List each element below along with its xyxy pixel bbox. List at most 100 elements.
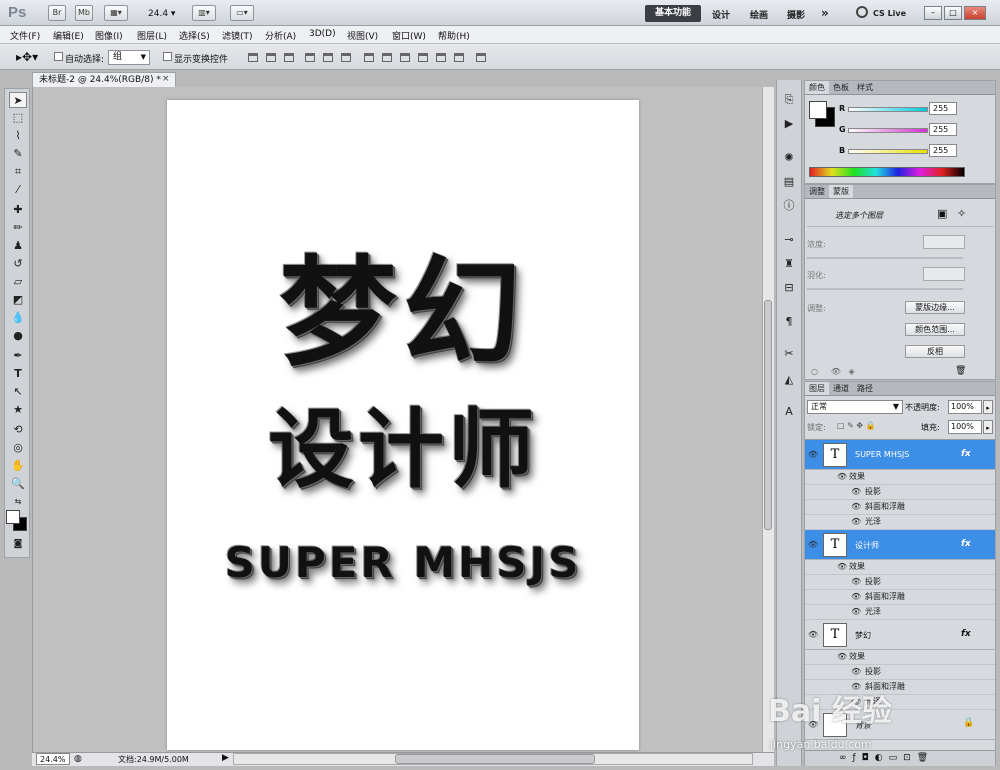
- distribute-right-icon[interactable]: [454, 53, 464, 62]
- effect-satin[interactable]: 👁 光泽: [805, 605, 995, 620]
- workspace-photography[interactable]: 摄影: [787, 8, 805, 21]
- new-group-icon[interactable]: ▭: [889, 753, 904, 763]
- healing-brush-tool-icon[interactable]: ✚: [9, 202, 27, 218]
- arrange-documents-button[interactable]: ▥▾: [192, 5, 216, 21]
- feather-field[interactable]: [923, 267, 965, 281]
- fx-badge[interactable]: fx: [961, 629, 971, 639]
- horizontal-scroll-thumb[interactable]: [395, 754, 595, 764]
- move-tool-icon[interactable]: ➤: [9, 92, 27, 108]
- tab-layers[interactable]: 图层: [805, 382, 829, 395]
- tab-adjustments[interactable]: 调整: [805, 185, 829, 198]
- fx-badge[interactable]: fx: [961, 539, 971, 549]
- mask-visibility-icon[interactable]: 👁: [831, 367, 841, 376]
- g-field[interactable]: 255: [929, 123, 957, 136]
- move-tool-preset-icon[interactable]: ▸✥▾: [16, 50, 38, 64]
- add-mask-icon[interactable]: ◘: [862, 753, 875, 763]
- color-range-button[interactable]: 颜色范围...: [905, 323, 965, 336]
- 3d-rotate-tool-icon[interactable]: ⟲: [9, 422, 27, 438]
- align-hcenter-icon[interactable]: [323, 53, 333, 62]
- hand-tool-icon[interactable]: ✋: [9, 458, 27, 474]
- r-field[interactable]: 255: [929, 102, 957, 115]
- effect-drop-shadow[interactable]: 👁 投影: [805, 485, 995, 500]
- menu-edit[interactable]: 编辑(E): [53, 29, 84, 42]
- info-panel-icon[interactable]: ⓘ: [781, 198, 797, 214]
- eyedropper-tool-icon[interactable]: ⁄: [9, 182, 27, 198]
- color-fg-swatch[interactable]: [809, 101, 827, 119]
- menu-image[interactable]: 图像(I): [95, 29, 123, 42]
- workspace-painting[interactable]: 绘画: [750, 8, 768, 21]
- status-menu-icon[interactable]: ◍: [74, 754, 82, 764]
- shape-tool-icon[interactable]: ★: [9, 402, 27, 418]
- cslive-button[interactable]: CS Live: [873, 9, 906, 18]
- tab-color[interactable]: 颜色: [805, 81, 829, 94]
- align-top-icon[interactable]: [248, 53, 258, 62]
- document-tab-close-icon[interactable]: ×: [162, 74, 170, 84]
- align-bottom-icon[interactable]: [284, 53, 294, 62]
- tab-styles[interactable]: 样式: [853, 81, 877, 94]
- eraser-tool-icon[interactable]: ▱: [9, 274, 27, 290]
- fill-field[interactable]: 100%: [948, 420, 982, 434]
- bridge-button[interactable]: Br: [48, 5, 66, 21]
- clone-source-icon[interactable]: ♜: [781, 256, 797, 272]
- b-slider[interactable]: [848, 149, 928, 154]
- vector-mask-icon[interactable]: ✧: [957, 207, 966, 220]
- canvas[interactable]: 梦幻 设计师 SUPER MHSJS: [167, 100, 639, 750]
- minimize-button[interactable]: –: [924, 6, 942, 20]
- status-arrow-icon[interactable]: ▶: [222, 753, 229, 763]
- 3d-panel-icon[interactable]: ✂: [781, 346, 797, 362]
- invert-button[interactable]: 反相: [905, 345, 965, 358]
- link-layers-icon[interactable]: ∞: [839, 753, 853, 763]
- tab-paths[interactable]: 路径: [853, 382, 877, 395]
- effect-bevel-emboss[interactable]: 👁 斜面和浮雕: [805, 590, 995, 605]
- layer-style-icon[interactable]: ƒ: [853, 753, 862, 763]
- document-tab[interactable]: 未标题-2 @ 24.4%(RGB/8) *: [32, 72, 176, 87]
- crop-tool-icon[interactable]: ⌗: [9, 164, 27, 180]
- delete-layer-icon[interactable]: 🗑: [917, 753, 934, 763]
- layer-dream[interactable]: 👁 T 梦幻 fx: [805, 620, 995, 650]
- visibility-eye-icon[interactable]: 👁: [808, 630, 818, 639]
- foreground-color-swatch[interactable]: [6, 510, 20, 524]
- paragraph-panel-icon[interactable]: ¶: [781, 314, 797, 330]
- tab-masks[interactable]: 蒙版: [829, 185, 853, 198]
- opacity-arrow-icon[interactable]: ▸: [983, 400, 993, 414]
- actions-panel-icon[interactable]: ▶: [781, 116, 797, 132]
- density-field[interactable]: [923, 235, 965, 249]
- auto-select-target-select[interactable]: 组 ▼: [108, 50, 150, 65]
- visibility-eye-icon[interactable]: 👁: [808, 540, 818, 549]
- clone-stamp-tool-icon[interactable]: ♟: [9, 238, 27, 254]
- g-slider[interactable]: [848, 128, 928, 133]
- menu-layer[interactable]: 图层(L): [137, 29, 167, 42]
- mini-bridge-button[interactable]: Mb: [75, 5, 93, 21]
- dodge-tool-icon[interactable]: ●: [9, 328, 27, 344]
- align-left-icon[interactable]: [305, 53, 315, 62]
- distribute-hcenter-icon[interactable]: [436, 53, 446, 62]
- history-panel-icon[interactable]: ⎘: [781, 92, 797, 108]
- auto-select-checkbox[interactable]: [54, 52, 63, 61]
- opacity-field[interactable]: 100%: [948, 400, 982, 414]
- show-transform-checkbox[interactable]: [163, 52, 172, 61]
- path-select-tool-icon[interactable]: ↖: [9, 384, 27, 400]
- effect-bevel-emboss[interactable]: 👁 斜面和浮雕: [805, 500, 995, 515]
- load-selection-icon[interactable]: ○: [811, 367, 818, 376]
- menu-select[interactable]: 选择(S): [179, 29, 210, 42]
- menu-window[interactable]: 窗口(W): [392, 29, 426, 42]
- marquee-tool-icon[interactable]: ⬚: [9, 110, 27, 126]
- lasso-tool-icon[interactable]: ⌇: [9, 128, 27, 144]
- menu-view[interactable]: 视图(V): [347, 29, 378, 42]
- distribute-vcenter-icon[interactable]: [382, 53, 392, 62]
- visibility-eye-icon[interactable]: 👁: [808, 450, 818, 459]
- pen-tool-icon[interactable]: ✒: [9, 348, 27, 364]
- menu-3d[interactable]: 3D(D): [309, 29, 336, 39]
- blend-mode-select[interactable]: 正常 ▼: [807, 400, 903, 414]
- mask-edge-button[interactable]: 蒙版边缘...: [905, 301, 965, 314]
- quick-select-tool-icon[interactable]: ✎: [9, 146, 27, 162]
- layer-designer[interactable]: 👁 T 设计师 fx: [805, 530, 995, 560]
- effect-drop-shadow[interactable]: 👁 投影: [805, 575, 995, 590]
- quick-mask-icon[interactable]: ◙: [9, 536, 27, 552]
- tab-channels[interactable]: 通道: [829, 382, 853, 395]
- b-field[interactable]: 255: [929, 144, 957, 157]
- type-tool-icon[interactable]: T: [9, 366, 27, 382]
- zoom-field[interactable]: 24.4%: [36, 753, 70, 765]
- view-extras-button[interactable]: ▦▾: [104, 5, 128, 21]
- new-layer-icon[interactable]: ⊡: [903, 753, 917, 763]
